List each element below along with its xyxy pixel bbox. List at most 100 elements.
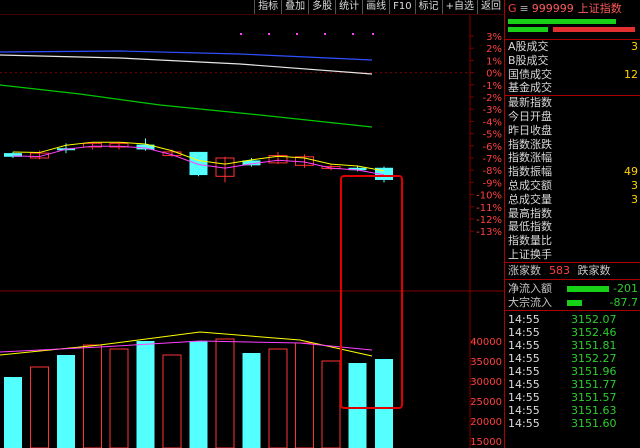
tick-price: 3152.07 xyxy=(571,312,617,326)
volume-axis-label: 30000 xyxy=(470,377,502,388)
index-stat-row: 指数振幅 49 xyxy=(505,165,640,179)
fund-flow-bar xyxy=(567,285,609,292)
price-axis-label: 1% xyxy=(486,56,502,67)
toolbar-overlay-button[interactable]: 叠加 xyxy=(281,0,308,14)
tick-row: 14:55 3151.81 xyxy=(505,339,640,352)
tick-time: 14:55 xyxy=(508,390,540,404)
rise-count: 583 xyxy=(549,263,570,277)
menu-icon[interactable]: ≡ xyxy=(517,2,532,15)
tick-price: 3152.46 xyxy=(571,325,617,339)
buy-sell-bar-2 xyxy=(505,27,640,33)
marker-dot xyxy=(352,33,354,35)
tick-time: 14:55 xyxy=(508,312,540,326)
candle-body xyxy=(189,151,208,176)
fund-flow-bar xyxy=(567,299,582,306)
index-stat-row: 上证换手 xyxy=(505,248,640,262)
kline-chart[interactable]: 3%2%1%0%-1%-2%-3%-4%-5%-6%-7%-8%-9%-10%-… xyxy=(0,0,504,448)
price-axis-label: 3% xyxy=(486,32,502,43)
advance-decline: 涨家数 583 跌家数 xyxy=(505,261,640,280)
index-stat-value: 49 xyxy=(624,165,638,179)
volume-bar xyxy=(242,353,261,448)
index-stat-label: 指数振幅 xyxy=(508,165,552,179)
marker-dot xyxy=(324,33,326,35)
volume-bar xyxy=(136,341,155,448)
turnover-label: A股成交 xyxy=(508,40,549,53)
index-stat-row: 指数涨幅 xyxy=(505,151,640,165)
volume-bar xyxy=(215,338,235,448)
volume-bar xyxy=(321,360,341,448)
price-axis-label: -2% xyxy=(483,93,502,104)
fund-flow-label: 净流入额 xyxy=(508,281,552,295)
tick-price: 3152.27 xyxy=(571,351,617,365)
tick-row: 14:55 3151.60 xyxy=(505,417,640,430)
volume-bar xyxy=(348,363,367,448)
price-axis-label: -8% xyxy=(483,166,502,177)
turnover-row: B股成交 xyxy=(505,54,640,68)
volume-bar xyxy=(57,355,75,448)
toolbar-mark-button[interactable]: 标记 xyxy=(414,0,442,14)
volume-bar xyxy=(375,359,393,448)
volume-bar xyxy=(4,377,22,448)
price-axis-label: -13% xyxy=(476,227,502,238)
fund-flow-label: 大宗流入 xyxy=(508,295,552,309)
volume-bar xyxy=(109,348,129,448)
fund-flow-value: -87.7 xyxy=(609,295,638,309)
price-axis-label: -10% xyxy=(476,191,502,202)
turnover-value: 12 xyxy=(624,67,638,81)
volume-bar xyxy=(30,366,49,448)
toolbar-statistics-button[interactable]: 统计 xyxy=(335,0,362,14)
toolbar-drawline-button[interactable]: 画线 xyxy=(362,0,389,14)
volume-bar xyxy=(83,344,102,448)
toolbar-add-watchlist-button[interactable]: +自选 xyxy=(441,0,477,14)
price-axis-label: 2% xyxy=(486,44,502,55)
toolbar-multistock-button[interactable]: 多股 xyxy=(308,0,335,14)
tick-row: 14:55 3152.46 xyxy=(505,326,640,339)
tick-price: 3151.57 xyxy=(571,390,617,404)
index-stat-row: 最高指数 xyxy=(505,207,640,221)
toolbar-f10-button[interactable]: F10 xyxy=(389,0,414,14)
marker-dot xyxy=(268,33,270,35)
index-header: G ≡ 999999 上证指数 xyxy=(505,0,640,17)
volume-ma-magenta xyxy=(0,340,373,353)
turnover-section: A股成交 3 B股成交 国债成交 12 基金成交 xyxy=(505,39,640,95)
group-label[interactable]: G xyxy=(505,2,517,15)
tick-time: 14:55 xyxy=(508,416,540,430)
tick-row: 14:55 3152.27 xyxy=(505,352,640,365)
tick-list[interactable]: 14:55 3152.07 14:55 3152.46 14:55 3151.81 14:5… xyxy=(505,309,640,430)
tick-time: 14:55 xyxy=(508,325,540,339)
index-stat-label: 上证换手 xyxy=(508,247,552,261)
index-stat-label: 总成交量 xyxy=(508,192,552,206)
tick-time: 14:55 xyxy=(508,377,540,391)
tick-time: 14:55 xyxy=(508,364,540,378)
volume-axis-label: 20000 xyxy=(470,417,502,428)
ma-green-line xyxy=(0,84,373,128)
volume-axis-label: 35000 xyxy=(470,357,502,368)
index-stat-row: 总成交量 3 xyxy=(505,193,640,207)
toolbar-back-button[interactable]: 返回 xyxy=(477,0,504,14)
fund-flow-row: 大宗流入 -87.7 xyxy=(505,296,640,310)
price-axis-label: -9% xyxy=(483,178,502,189)
index-stat-label: 指数涨幅 xyxy=(508,151,552,165)
index-stat-value: 3 xyxy=(631,178,638,192)
toolbar-indicator-button[interactable]: 指标 xyxy=(254,0,281,14)
turnover-row: 基金成交 xyxy=(505,81,640,95)
index-stat-row: 最低指数 xyxy=(505,220,640,234)
turnover-value: 3 xyxy=(631,40,638,53)
turnover-row: 国债成交 12 xyxy=(505,68,640,82)
fall-label: 跌家数 xyxy=(577,263,611,277)
volume-bar xyxy=(189,341,208,448)
index-name: 上证指数 xyxy=(577,2,622,15)
index-stat-row: 今日开盘 xyxy=(505,110,640,124)
marker-dot xyxy=(372,33,374,35)
index-stat-row: 指数量比 xyxy=(505,234,640,248)
price-axis-label: -12% xyxy=(476,215,502,226)
marker-dot xyxy=(296,33,298,35)
volume-bar xyxy=(162,354,182,448)
price-axis-label: -5% xyxy=(483,130,502,141)
price-axis-label: -7% xyxy=(483,154,502,165)
volume-axis-label: 40000 xyxy=(470,337,502,348)
tick-price: 3151.60 xyxy=(571,416,617,430)
sell-bar-red xyxy=(553,27,635,32)
turnover-label: 国债成交 xyxy=(508,67,552,81)
index-stat-label: 昨日收盘 xyxy=(508,123,552,137)
